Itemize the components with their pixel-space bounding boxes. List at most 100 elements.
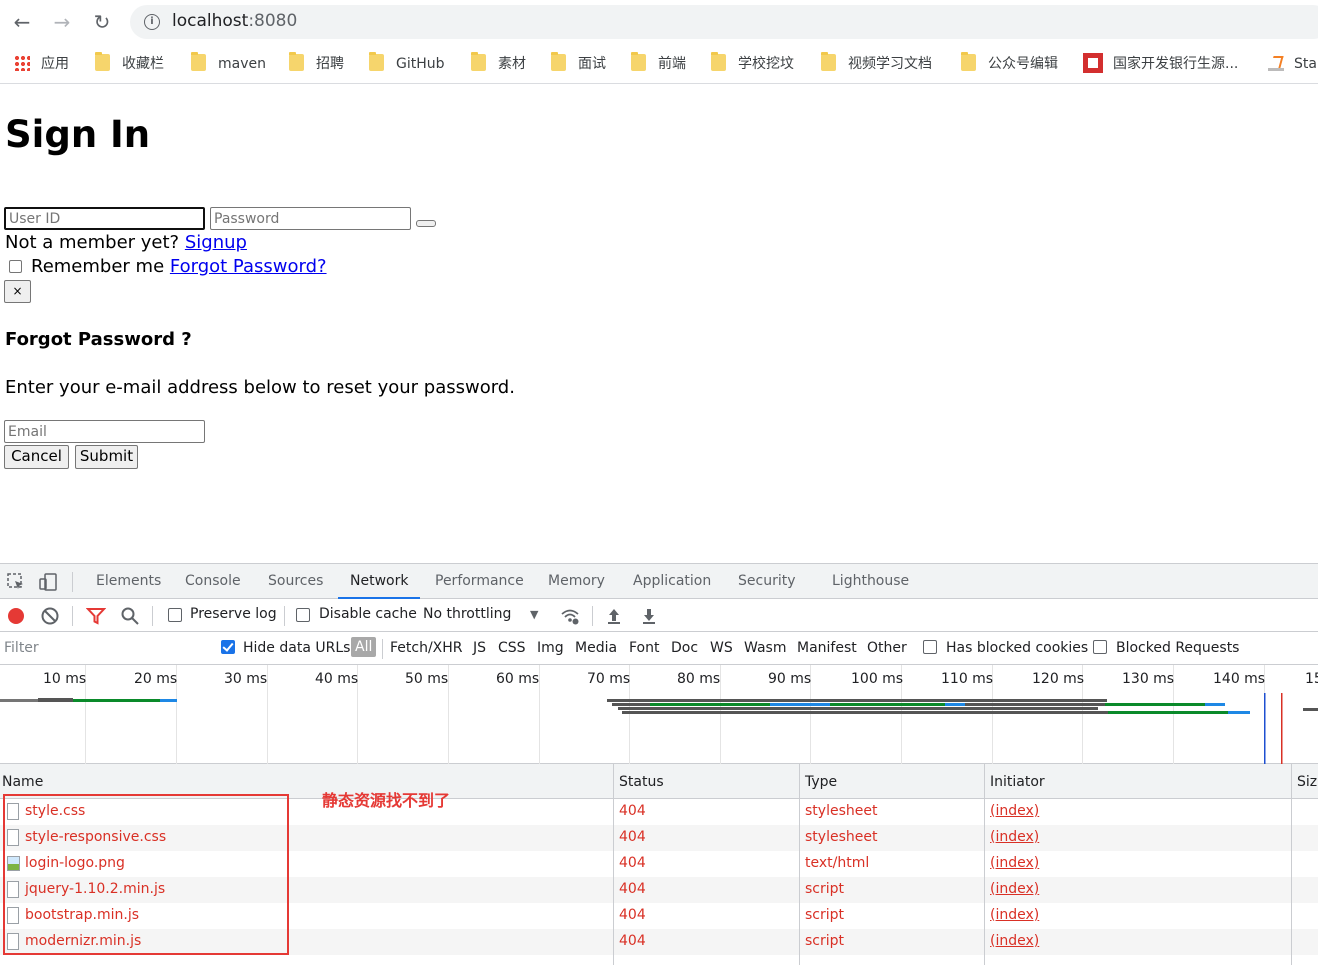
bookmark-apps[interactable]: 应用 <box>14 53 69 75</box>
filter-type-manifest[interactable]: Manifest <box>797 640 857 656</box>
hide-data-urls-checkbox[interactable] <box>221 640 235 654</box>
filter-type-css[interactable]: CSS <box>498 640 526 656</box>
search-icon[interactable] <box>120 606 140 626</box>
tab-application[interactable]: Application <box>633 564 711 599</box>
request-status: 404 <box>619 803 646 819</box>
tab-sources[interactable]: Sources <box>268 564 323 599</box>
clear-icon[interactable] <box>40 606 60 626</box>
forward-icon[interactable]: → <box>48 8 76 36</box>
column-header-initiator[interactable]: Initiator <box>990 774 1045 790</box>
forgot-description: Enter your e-mail address below to reset… <box>5 377 515 398</box>
filter-type-img[interactable]: Img <box>537 640 564 656</box>
column-header-status[interactable]: Status <box>619 774 664 790</box>
signin-submit-button[interactable] <box>416 220 436 227</box>
back-icon[interactable]: ← <box>8 8 36 36</box>
preserve-log-checkbox[interactable] <box>168 608 182 622</box>
bookmark-stackoverflow[interactable]: Sta <box>1268 53 1317 75</box>
address-bar[interactable]: i localhost:8080 <box>130 5 1318 39</box>
tab-lighthouse[interactable]: Lighthouse <box>832 564 909 599</box>
column-divider[interactable] <box>984 764 985 965</box>
column-header-name[interactable]: Name <box>2 774 43 790</box>
inspect-element-icon[interactable] <box>6 572 26 592</box>
filter-type-all[interactable]: All <box>351 637 377 657</box>
bookmark-folder[interactable]: 视频学习文档 <box>821 52 932 75</box>
preserve-log-label: Preserve log <box>190 606 277 622</box>
timeline-tick: 80 ms <box>677 671 721 687</box>
filter-type-other[interactable]: Other <box>867 640 907 656</box>
network-filter-bar: Filter Hide data URLs All Fetch/XHR JS C… <box>0 632 1318 665</box>
email-input[interactable] <box>4 420 205 443</box>
remember-me-checkbox[interactable] <box>9 260 22 273</box>
column-header-size[interactable]: Siz <box>1297 774 1317 790</box>
timeline-tick: 30 ms <box>224 671 268 687</box>
request-type: script <box>805 881 845 897</box>
request-initiator-link[interactable]: (index) <box>990 803 1039 819</box>
domcontentloaded-marker <box>1264 693 1266 764</box>
tab-console[interactable]: Console <box>185 564 241 599</box>
site-info-icon[interactable]: i <box>144 14 160 30</box>
filter-type-font[interactable]: Font <box>629 640 659 656</box>
tab-performance[interactable]: Performance <box>435 564 524 599</box>
chevron-down-icon[interactable]: ▼ <box>530 608 538 621</box>
cdb-logo-icon <box>1083 53 1103 73</box>
password-input[interactable] <box>210 207 411 230</box>
column-divider[interactable] <box>613 764 614 965</box>
filter-type-doc[interactable]: Doc <box>671 640 698 656</box>
timeline-tick: 90 ms <box>768 671 812 687</box>
bookmark-folder[interactable]: GitHub <box>369 52 445 75</box>
tab-network[interactable]: Network <box>338 564 421 599</box>
tab-security[interactable]: Security <box>738 564 796 599</box>
request-initiator-link[interactable]: (index) <box>990 907 1039 923</box>
request-initiator-link[interactable]: (index) <box>990 933 1039 949</box>
close-button[interactable]: × <box>4 280 31 303</box>
tab-elements[interactable]: Elements <box>96 564 161 599</box>
request-initiator-link[interactable]: (index) <box>990 881 1039 897</box>
remember-line: Remember me Forgot Password? <box>31 256 327 277</box>
bookmark-folder[interactable]: 公众号编辑 <box>961 52 1058 75</box>
column-header-type[interactable]: Type <box>805 774 837 790</box>
column-divider[interactable] <box>799 764 800 965</box>
throttling-select[interactable]: No throttling <box>423 606 511 622</box>
has-blocked-cookies-checkbox[interactable] <box>923 640 937 654</box>
filter-input[interactable]: Filter <box>0 636 205 661</box>
bookmark-folder[interactable]: 素材 <box>471 52 526 75</box>
tab-memory[interactable]: Memory <box>548 564 605 599</box>
annotation-highlight-box <box>3 794 289 955</box>
bookmark-folder[interactable]: 招聘 <box>289 52 344 75</box>
submit-button[interactable]: Submit <box>75 445 138 469</box>
bookmark-cdb[interactable]: 国家开发银行生源... <box>1083 53 1238 75</box>
bookmark-label: 收藏栏 <box>122 56 164 72</box>
timeline-tick: 110 ms <box>941 671 994 687</box>
device-toolbar-icon[interactable] <box>38 572 58 592</box>
userid-input[interactable] <box>4 207 205 230</box>
network-conditions-icon[interactable] <box>560 606 580 626</box>
page-title: Sign In <box>5 113 151 156</box>
bookmark-folder[interactable]: 收藏栏 <box>95 52 164 75</box>
network-overview-timeline[interactable]: 10 ms 20 ms 30 ms 40 ms 50 ms 60 ms 70 m… <box>0 665 1318 764</box>
import-har-icon[interactable] <box>604 606 624 626</box>
request-initiator-link[interactable]: (index) <box>990 829 1039 845</box>
bookmark-folder[interactable]: 学校挖坟 <box>711 52 794 75</box>
disable-cache-checkbox[interactable] <box>296 608 310 622</box>
request-initiator-link[interactable]: (index) <box>990 855 1039 871</box>
bookmark-folder[interactable]: maven <box>191 52 266 75</box>
forgot-password-link[interactable]: Forgot Password? <box>170 256 327 277</box>
column-divider[interactable] <box>1291 764 1292 965</box>
toolbar-divider <box>72 606 73 626</box>
bookmark-folder[interactable]: 前端 <box>631 52 686 75</box>
filter-type-ws[interactable]: WS <box>710 640 733 656</box>
export-har-icon[interactable] <box>639 606 659 626</box>
bookmark-label: 视频学习文档 <box>848 56 932 72</box>
filter-type-fetch[interactable]: Fetch/XHR <box>390 640 463 656</box>
cancel-button[interactable]: Cancel <box>4 445 69 469</box>
filter-icon[interactable] <box>86 606 106 626</box>
request-type: stylesheet <box>805 829 878 845</box>
bookmark-folder[interactable]: 面试 <box>551 52 606 75</box>
filter-type-media[interactable]: Media <box>575 640 617 656</box>
blocked-requests-checkbox[interactable] <box>1093 640 1107 654</box>
signup-link[interactable]: Signup <box>185 232 247 253</box>
filter-type-wasm[interactable]: Wasm <box>744 640 786 656</box>
filter-type-js[interactable]: JS <box>473 640 486 656</box>
reload-icon[interactable]: ↻ <box>88 8 116 36</box>
record-icon[interactable] <box>6 606 26 626</box>
